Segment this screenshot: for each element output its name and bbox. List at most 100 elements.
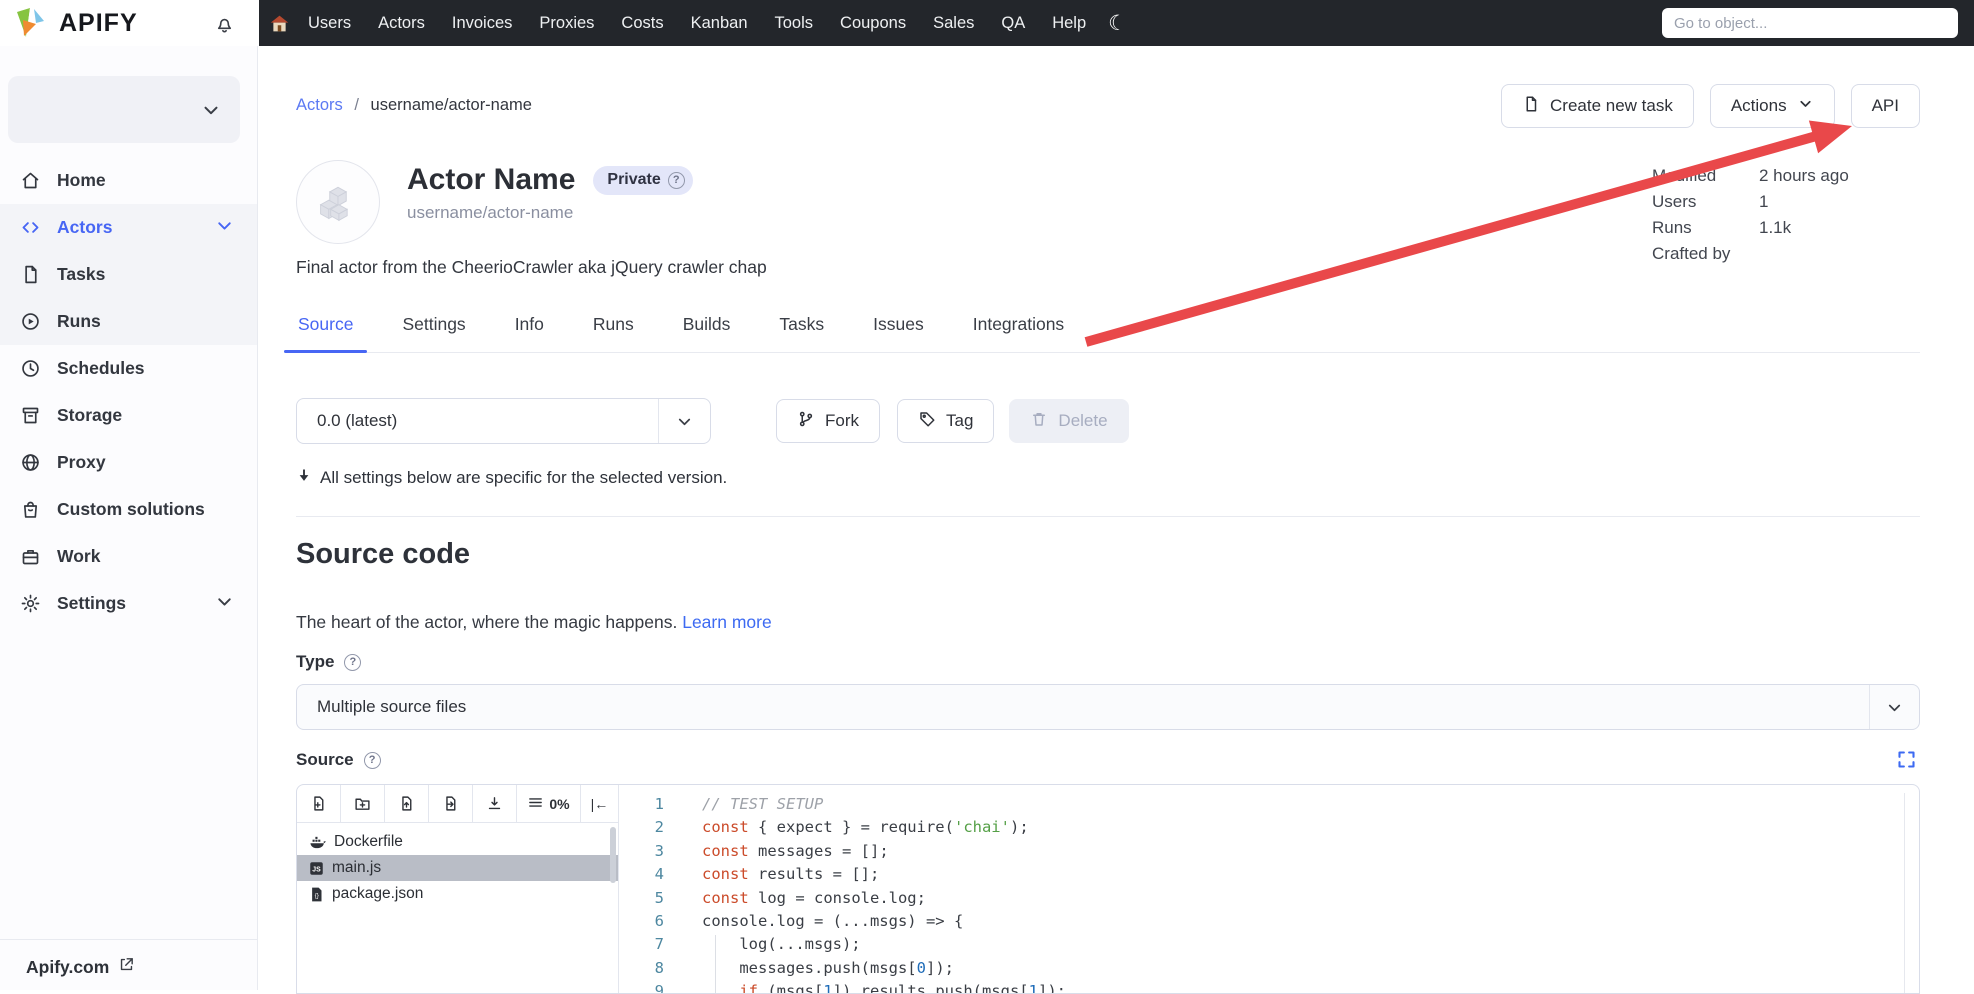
nav-item-qa[interactable]: QA [1001, 14, 1025, 33]
sidebar-item-actors[interactable]: Actors [0, 204, 257, 251]
breadcrumb: Actors / username/actor-name [296, 96, 532, 115]
sidebar-item-schedules[interactable]: Schedules [0, 345, 257, 392]
nav-item-coupons[interactable]: Coupons [840, 14, 906, 33]
sidebar-item-tasks[interactable]: Tasks [0, 251, 257, 298]
tree-scrollbar[interactable] [610, 827, 616, 883]
breadcrumb-actors-link[interactable]: Actors [296, 96, 343, 114]
new-folder-icon[interactable] [341, 785, 385, 822]
globe-icon [20, 452, 42, 474]
nav-item-costs[interactable]: Costs [621, 14, 663, 33]
tree-file-main.js[interactable]: JSmain.js [297, 855, 618, 881]
tree-file-Dockerfile[interactable]: Dockerfile [297, 829, 618, 855]
nav-item-kanban[interactable]: Kanban [691, 14, 748, 33]
editor-zoom-indicator[interactable]: 0% [517, 785, 581, 822]
new-file-icon[interactable] [297, 785, 341, 822]
code-line: 4const results = []; [620, 865, 1919, 888]
import-file-icon[interactable] [429, 785, 473, 822]
zoom-value: 0% [549, 796, 569, 812]
nav-item-help[interactable]: Help [1052, 14, 1086, 33]
tab-settings[interactable]: Settings [400, 314, 467, 352]
create-new-task-button[interactable]: Create new task [1501, 84, 1694, 128]
meta-value: 2 hours ago [1759, 166, 1849, 186]
actor-meta: Modified2 hours agoUsers1Runs1.1kCrafted… [1652, 163, 1849, 267]
tag-icon [918, 410, 936, 433]
fullscreen-icon[interactable] [1896, 749, 1917, 775]
meta-label: Runs [1652, 218, 1759, 238]
dark-mode-moon-icon[interactable]: ☾ [1108, 13, 1127, 34]
delete-button[interactable]: Delete [1009, 399, 1128, 443]
apify-logo[interactable]: APIFY [14, 6, 138, 40]
nav-item-actors[interactable]: Actors [378, 14, 425, 33]
notifications-bell-icon[interactable] [213, 12, 236, 40]
brand-name: APIFY [59, 9, 138, 38]
sidebar-item-label: Custom solutions [57, 499, 205, 520]
topbar-brand-area: APIFY [0, 0, 259, 46]
code-text: log(...msgs); [664, 935, 861, 958]
fork-button[interactable]: Fork [776, 399, 880, 443]
tag-button[interactable]: Tag [897, 399, 994, 443]
help-question-icon[interactable]: ? [344, 654, 361, 671]
house-icon[interactable] [269, 13, 290, 34]
file-name: main.js [332, 859, 381, 877]
sidebar-item-settings[interactable]: Settings [0, 580, 257, 627]
code-text: const { expect } = require('chai'); [664, 818, 1029, 841]
help-question-icon[interactable]: ? [668, 172, 685, 189]
sidebar-item-proxy[interactable]: Proxy [0, 439, 257, 486]
file-name: Dockerfile [334, 833, 403, 851]
tab-issues[interactable]: Issues [871, 314, 926, 352]
tab-builds[interactable]: Builds [681, 314, 733, 352]
learn-more-link[interactable]: Learn more [682, 612, 772, 632]
actions-dropdown-button[interactable]: Actions [1710, 84, 1835, 128]
code-scrollbar-track[interactable] [1904, 793, 1905, 993]
sidebar-item-runs[interactable]: Runs [0, 298, 257, 345]
source-code-editor: 0% |← Dockerfile JSmain.js{}package.json 1… [296, 784, 1920, 994]
version-select[interactable]: 0.0 (latest) [296, 398, 711, 444]
code-text: const messages = []; [664, 842, 889, 865]
nav-item-sales[interactable]: Sales [933, 14, 974, 33]
sidebar-item-label: Schedules [57, 358, 145, 379]
api-button[interactable]: API [1851, 84, 1920, 128]
tab-info[interactable]: Info [513, 314, 546, 352]
archive-icon [20, 405, 42, 427]
file-tree-pane: 0% |← Dockerfile JSmain.js{}package.json [297, 785, 619, 993]
account-switcher[interactable] [8, 76, 240, 143]
actor-description: Final actor from the CheerioCrawler aka … [296, 257, 767, 278]
source-code-subtitle: The heart of the actor, where the magic … [296, 612, 772, 633]
actor-title-block: Actor Name Private ? username/actor-name [407, 163, 693, 223]
sidebar-footer-link-apify-com[interactable]: Apify.com [0, 939, 257, 978]
fork-label: Fork [825, 411, 859, 431]
collapse-left-icon[interactable]: |← [581, 785, 618, 822]
code-pane[interactable]: 1// TEST SETUP2const { expect } = requir… [620, 785, 1919, 993]
nav-item-proxies[interactable]: Proxies [539, 14, 594, 33]
sidebar-item-home[interactable]: Home [0, 157, 257, 204]
chevron-down-icon [1869, 685, 1919, 729]
actor-tabs: Source Settings Info Runs Builds Tasks Issues I… [296, 314, 1920, 353]
tab-runs[interactable]: Runs [591, 314, 636, 352]
tab-source[interactable]: Source [296, 314, 355, 352]
nav-item-invoices[interactable]: Invoices [452, 14, 513, 33]
cubes-icon [316, 180, 360, 224]
apify-logo-mark [14, 6, 50, 40]
nav-item-tools[interactable]: Tools [775, 14, 814, 33]
nav-item-users[interactable]: Users [308, 14, 351, 33]
upload-file-icon[interactable] [385, 785, 429, 822]
sidebar-item-work[interactable]: Work [0, 533, 257, 580]
tab-tasks[interactable]: Tasks [777, 314, 826, 352]
go-to-object-input[interactable] [1662, 8, 1958, 38]
download-icon[interactable] [473, 785, 517, 822]
sidebar-item-storage[interactable]: Storage [0, 392, 257, 439]
source-code-title: Source code [296, 538, 470, 571]
sidebar-item-custom-solutions[interactable]: Custom solutions [0, 486, 257, 533]
line-number: 4 [620, 865, 664, 888]
gear-icon [20, 593, 42, 615]
version-select-value: 0.0 (latest) [297, 411, 397, 431]
type-select[interactable]: Multiple source files [296, 684, 1920, 730]
source-label-text: Source [296, 750, 354, 770]
apify-com-label: Apify.com [26, 957, 109, 978]
sidebar-item-label: Actors [57, 217, 112, 238]
tab-integrations[interactable]: Integrations [971, 314, 1066, 352]
top-navigation-bar: Users Actors Invoices Proxies Costs Kanban Too… [259, 0, 1974, 46]
help-question-icon[interactable]: ? [364, 752, 381, 769]
tag-label: Tag [946, 411, 973, 431]
tree-file-package.json[interactable]: {}package.json [297, 881, 618, 907]
